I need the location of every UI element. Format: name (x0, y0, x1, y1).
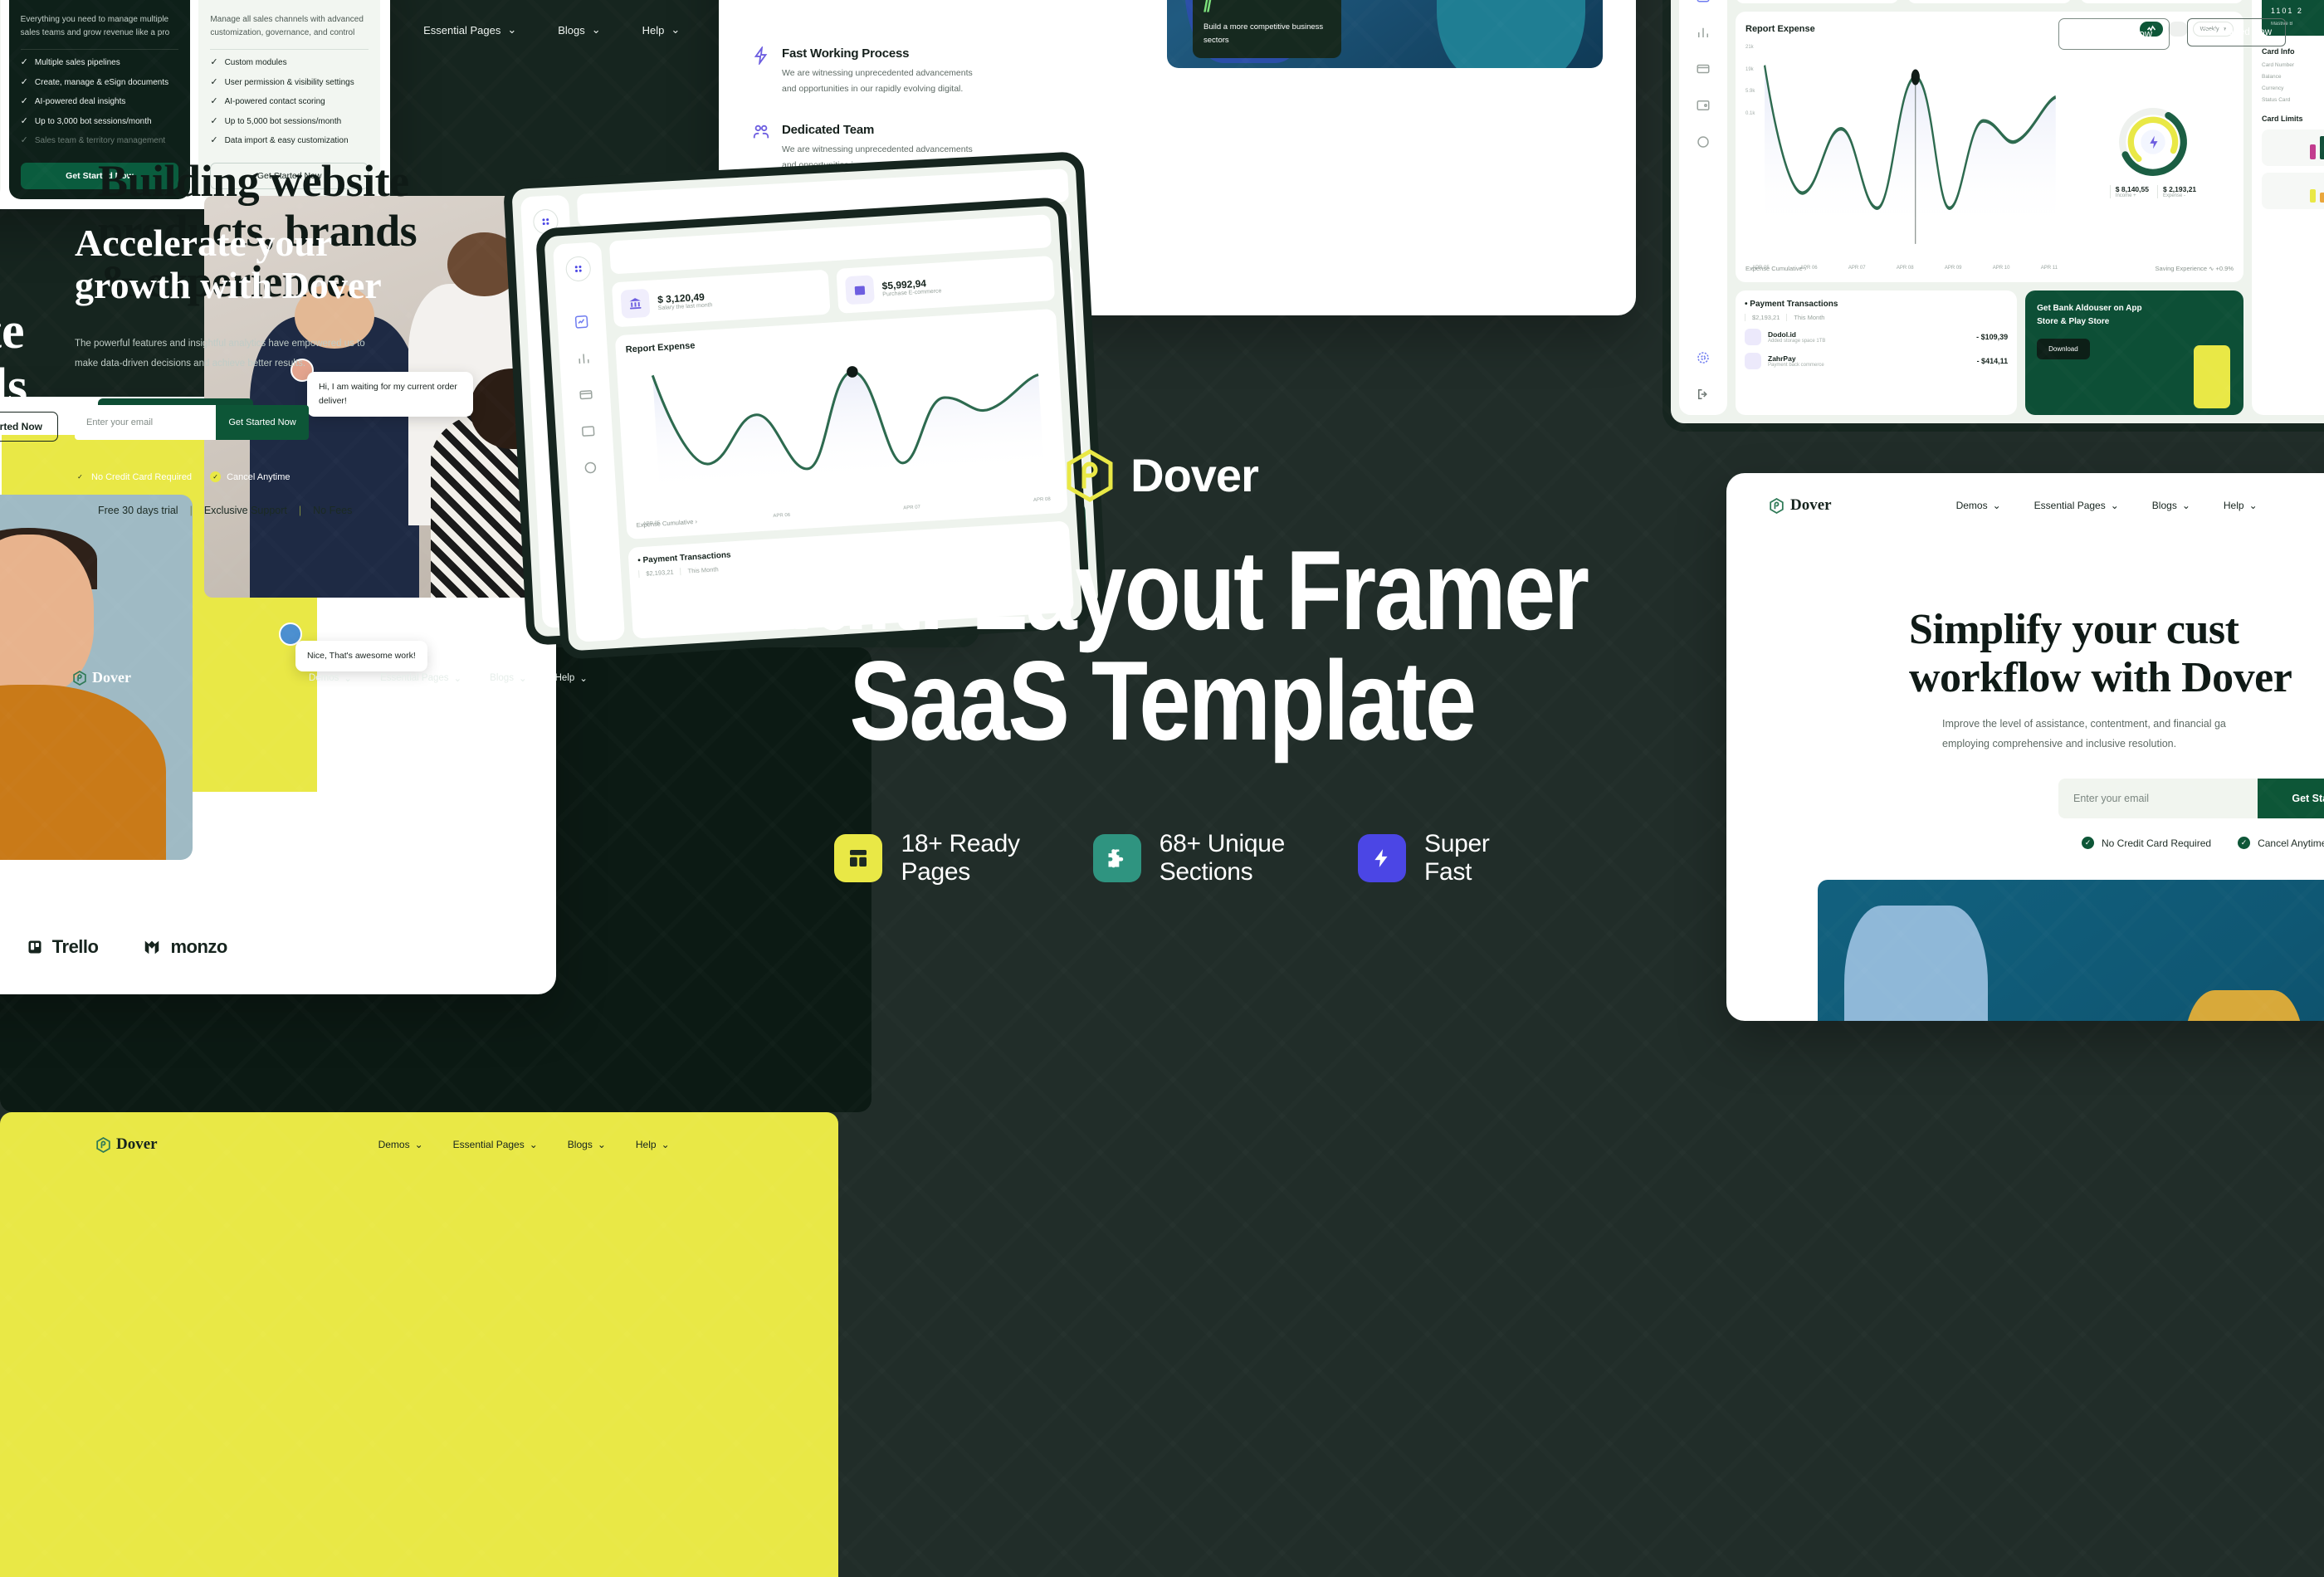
badge-unique-sections: 68+ Unique Sections (1092, 829, 1286, 887)
badge-label-1: 18+ Ready Pages (901, 829, 1020, 887)
badge-1-line2: Pages (901, 858, 971, 886)
badge-ready-pages: 18+ Ready Pages (834, 829, 1020, 887)
screenshot-stage: Dover Multi-Layout Framer SaaS Template … (0, 0, 2324, 1577)
chevron-down-icon: ⌄ (661, 1139, 670, 1150)
puzzle-icon (1092, 834, 1141, 883)
nav-label: Essential Pages (452, 1139, 525, 1150)
chevron-down-icon: ⌄ (597, 1139, 606, 1150)
nav-label: Help (635, 1139, 657, 1150)
layout-icon (834, 834, 883, 883)
hero-logo: Dover (0, 448, 2324, 502)
left-card-nav: Essential Pages Blogs Help (0, 397, 556, 427)
nav-label: Demos (378, 1139, 410, 1150)
badge-3-line1: Super (1423, 829, 1490, 857)
hero-title-line1: Multi-Layout Framer (736, 527, 1589, 653)
nav-item-blogs[interactable]: Blogs ⌄ (568, 1139, 606, 1150)
hero-badges: 18+ Ready Pages 68+ Unique Sections Supe… (0, 830, 2324, 887)
hero-section: Dover Multi-Layout Framer SaaS Template … (0, 448, 2324, 887)
badge-2-line2: Sections (1159, 858, 1253, 886)
dover-logo-icon (1067, 448, 1113, 502)
nav-item-help[interactable]: Help ⌄ (636, 1139, 670, 1150)
bottom-right-nav: Dover Demos ⌄ Essential Pages ⌄ Blogs ⌄ Hel… (0, 1112, 838, 1154)
bottom-right-brand[interactable]: Dover (96, 1135, 158, 1154)
nav-label: Blogs (567, 1139, 593, 1150)
badge-2-line1: 68+ Unique (1159, 829, 1286, 857)
badge-super-fast: Super Fast (1357, 830, 1490, 887)
badge-3-line2: Fast (1423, 858, 1472, 886)
nav-item-demos[interactable]: Demos ⌄ (378, 1139, 423, 1150)
lightning-icon (1357, 834, 1406, 883)
hero-title-line2: SaaS Template (849, 637, 1477, 764)
chevron-down-icon: ⌄ (414, 1139, 423, 1150)
left-card-cta-button[interactable]: Get Started Now (0, 412, 58, 442)
nav-item-essential-pages[interactable]: Essential Pages ⌄ (453, 1139, 538, 1150)
badge-label-2: 68+ Unique Sections (1159, 829, 1286, 887)
chevron-down-icon: ⌄ (529, 1139, 538, 1150)
hero-brand-name: Dover (1130, 449, 1259, 501)
badge-label-3: Super Fast (1424, 830, 1490, 887)
badge-1-line1: 18+ Ready (901, 829, 1020, 857)
dover-logo-icon (96, 1136, 110, 1153)
brand-label: Dover (116, 1135, 158, 1153)
